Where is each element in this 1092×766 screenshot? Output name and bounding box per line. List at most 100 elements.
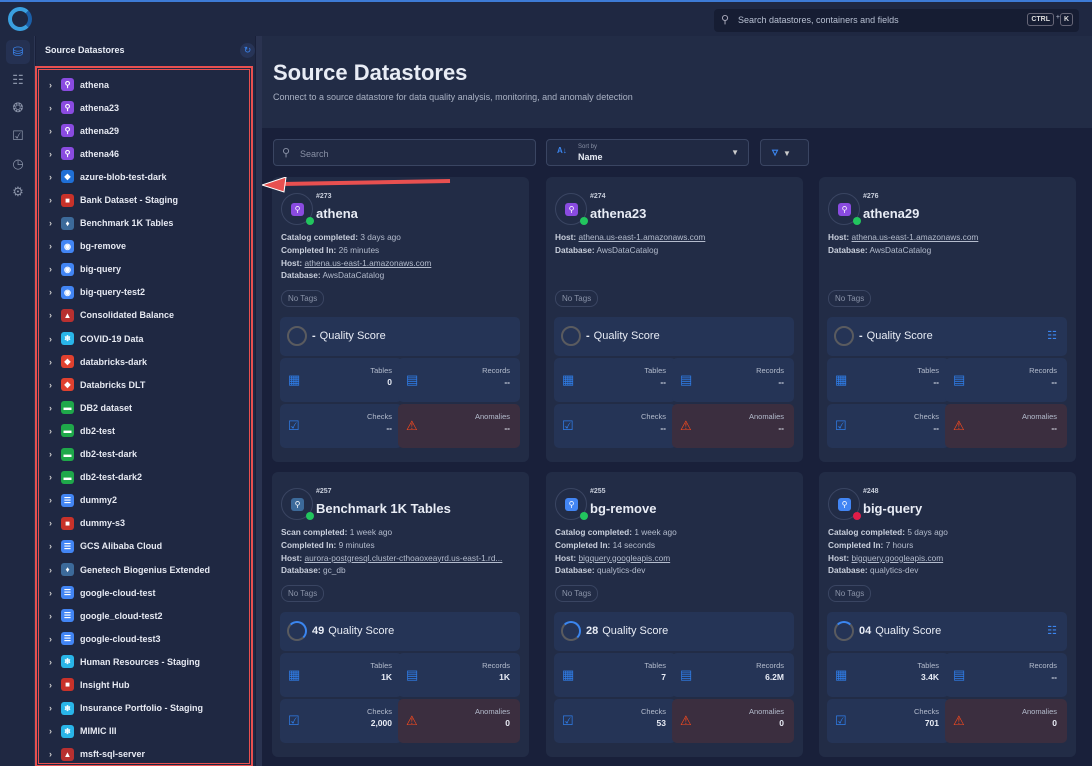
checks-stat[interactable]: ☑ Checks -- <box>280 404 402 448</box>
records-stat[interactable]: ▤ Records -- <box>945 653 1067 697</box>
host-link[interactable]: aurora-postgresql.cluster-cthoaoxeayrd.u… <box>305 553 503 563</box>
tables-stat[interactable]: ▦ Tables 0 <box>280 358 402 402</box>
host-link[interactable]: bigquery.googleapis.com <box>579 553 671 563</box>
sidebar-item-msft-sql-server[interactable]: › ▲ msft-sql-server <box>39 743 249 763</box>
sidebar-item-consolidated-balance[interactable]: › ▲ Consolidated Balance <box>39 304 249 327</box>
records-stat[interactable]: ▤ Records 1K <box>398 653 520 697</box>
chevron-right-icon[interactable]: › <box>39 726 61 736</box>
anomalies-stat[interactable]: ⚠ Anomalies -- <box>398 404 520 448</box>
sidebar-item-databricks-dark[interactable]: › ◆ databricks-dark <box>39 350 249 373</box>
tables-stat[interactable]: ▦ Tables 7 <box>554 653 676 697</box>
no-tags-badge[interactable]: No Tags <box>555 585 599 602</box>
hierarchy-icon[interactable]: ☷ <box>1047 329 1057 342</box>
checks-stat[interactable]: ☑ Checks 53 <box>554 699 676 743</box>
chevron-right-icon[interactable]: › <box>39 657 61 667</box>
filter-button[interactable]: ▿ ▼ <box>760 139 809 166</box>
tables-stat[interactable]: ▦ Tables -- <box>554 358 676 402</box>
sidebar-item-insurance-portfolio-staging[interactable]: › ❄ Insurance Portfolio - Staging <box>39 697 249 720</box>
sidebar-item-big-query[interactable]: › ◉ big-query <box>39 258 249 281</box>
host-link[interactable]: athena.us-east-1.amazonaws.com <box>579 232 706 242</box>
sidebar-item-athena46[interactable]: › ⚲ athena46 <box>39 142 249 165</box>
anomalies-stat[interactable]: ⚠ Anomalies -- <box>672 404 794 448</box>
chevron-right-icon[interactable]: › <box>39 611 61 621</box>
datastore-name[interactable]: Benchmark 1K Tables <box>316 501 451 516</box>
chevron-right-icon[interactable]: › <box>39 472 61 482</box>
chevron-right-icon[interactable]: › <box>39 218 61 228</box>
host-link[interactable]: bigquery.googleapis.com <box>852 553 944 563</box>
sidebar-item-google-cloud-test[interactable]: › ☰ google-cloud-test <box>39 581 249 604</box>
checks-stat[interactable]: ☑ Checks -- <box>554 404 676 448</box>
sidebar-item-db2-test-dark[interactable]: › ▬ db2-test-dark <box>39 443 249 466</box>
sidebar-item-db2-dataset[interactable]: › ▬ DB2 dataset <box>39 396 249 419</box>
sidebar-item-big-query-test2[interactable]: › ◉ big-query-test2 <box>39 281 249 304</box>
no-tags-badge[interactable]: No Tags <box>555 290 599 307</box>
search-input[interactable]: ⚲ Search <box>273 139 536 166</box>
chevron-right-icon[interactable]: › <box>39 541 61 551</box>
sidebar-item-azure-blob-test-dark[interactable]: › ◆ azure-blob-test-dark <box>39 165 249 188</box>
host-link[interactable]: athena.us-east-1.amazonaws.com <box>305 258 432 268</box>
records-stat[interactable]: ▤ Records -- <box>945 358 1067 402</box>
chevron-right-icon[interactable]: › <box>39 310 61 320</box>
chevron-right-icon[interactable]: › <box>39 749 61 759</box>
anomalies-stat[interactable]: ⚠ Anomalies 0 <box>398 699 520 743</box>
records-stat[interactable]: ▤ Records -- <box>672 358 794 402</box>
chevron-right-icon[interactable]: › <box>39 495 61 505</box>
chevron-right-icon[interactable]: › <box>39 588 61 598</box>
anomalies-stat[interactable]: ⚠ Anomalies -- <box>945 404 1067 448</box>
records-stat[interactable]: ▤ Records -- <box>398 358 520 402</box>
datastore-name[interactable]: big-query <box>863 501 922 516</box>
datastore-name[interactable]: bg-remove <box>590 501 656 516</box>
sidebar-item-mimic-iii[interactable]: › ❄ MIMIC III <box>39 720 249 743</box>
datastore-card[interactable]: ⚲ #274 athena23 Host: athena.us-east-1.a… <box>546 177 803 462</box>
clipboard-check-icon[interactable]: ☑ <box>6 124 30 148</box>
chevron-right-icon[interactable]: › <box>39 518 61 528</box>
tables-stat[interactable]: ▦ Tables 3.4K <box>827 653 949 697</box>
host-link[interactable]: athena.us-east-1.amazonaws.com <box>852 232 979 242</box>
sidebar-item-bank-dataset-staging[interactable]: › ■ Bank Dataset - Staging <box>39 188 249 211</box>
hierarchy-icon[interactable]: ☷ <box>6 68 30 92</box>
sidebar-item-bg-remove[interactable]: › ◉ bg-remove <box>39 235 249 258</box>
datastore-card[interactable]: ⚲ #255 bg-remove Catalog completed: 1 we… <box>546 472 803 757</box>
chevron-right-icon[interactable]: › <box>39 634 61 644</box>
sidebar-item-insight-hub[interactable]: › ■ Insight Hub <box>39 673 249 696</box>
sort-select[interactable]: A↓ Sort by Name ▼ <box>546 139 749 166</box>
clock-icon[interactable]: ◷ <box>6 152 30 176</box>
records-stat[interactable]: ▤ Records 6.2M <box>672 653 794 697</box>
chevron-right-icon[interactable]: › <box>39 149 61 159</box>
hierarchy-icon[interactable]: ☷ <box>1047 624 1057 637</box>
chevron-right-icon[interactable]: › <box>39 241 61 251</box>
tables-stat[interactable]: ▦ Tables -- <box>827 358 949 402</box>
sidebar-item-athena23[interactable]: › ⚲ athena23 <box>39 96 249 119</box>
no-tags-badge[interactable]: No Tags <box>281 290 325 307</box>
sidebar-item-covid-19-data[interactable]: › ❄ COVID-19 Data <box>39 327 249 350</box>
chevron-right-icon[interactable]: › <box>39 126 61 136</box>
sidebar-item-genetech-biogenius-extended[interactable]: › ♦ Genetech Biogenius Extended <box>39 558 249 581</box>
datastore-card[interactable]: ⚲ #248 big-query Catalog completed: 5 da… <box>819 472 1076 757</box>
app-logo[interactable] <box>8 7 32 31</box>
chevron-right-icon[interactable]: › <box>39 195 61 205</box>
datastore-card[interactable]: ⚲ #273 athena Catalog completed: 3 days … <box>272 177 529 462</box>
chevron-right-icon[interactable]: › <box>39 80 61 90</box>
sidebar-item-athena[interactable]: › ⚲ athena <box>39 73 249 96</box>
datastore-card[interactable]: ⚲ #276 athena29 Host: athena.us-east-1.a… <box>819 177 1076 462</box>
chevron-right-icon[interactable]: › <box>39 357 61 367</box>
sidebar-item-db2-test[interactable]: › ▬ db2-test <box>39 419 249 442</box>
chevron-right-icon[interactable]: › <box>39 380 61 390</box>
chevron-right-icon[interactable]: › <box>39 172 61 182</box>
sidebar-item-dummy-s3[interactable]: › ■ dummy-s3 <box>39 512 249 535</box>
tables-stat[interactable]: ▦ Tables 1K <box>280 653 402 697</box>
chevron-right-icon[interactable]: › <box>39 403 61 413</box>
gear-icon[interactable]: ⚙ <box>6 180 30 204</box>
chevron-right-icon[interactable]: › <box>39 565 61 575</box>
sidebar-item-google-cloud-test3[interactable]: › ☰ google-cloud-test3 <box>39 627 249 650</box>
sidebar-item-athena29[interactable]: › ⚲ athena29 <box>39 119 249 142</box>
compass-icon[interactable]: ❂ <box>6 96 30 120</box>
sidebar-item-db2-test-dark2[interactable]: › ▬ db2-test-dark2 <box>39 466 249 489</box>
no-tags-badge[interactable]: No Tags <box>281 585 325 602</box>
checks-stat[interactable]: ☑ Checks 701 <box>827 699 949 743</box>
sidebar-scrollbar[interactable] <box>256 36 262 766</box>
checks-stat[interactable]: ☑ Checks -- <box>827 404 949 448</box>
datastore-card[interactable]: ⚲ #257 Benchmark 1K Tables Scan complete… <box>272 472 529 757</box>
sidebar-item-benchmark-1k-tables[interactable]: › ♦ Benchmark 1K Tables <box>39 212 249 235</box>
anomalies-stat[interactable]: ⚠ Anomalies 0 <box>672 699 794 743</box>
